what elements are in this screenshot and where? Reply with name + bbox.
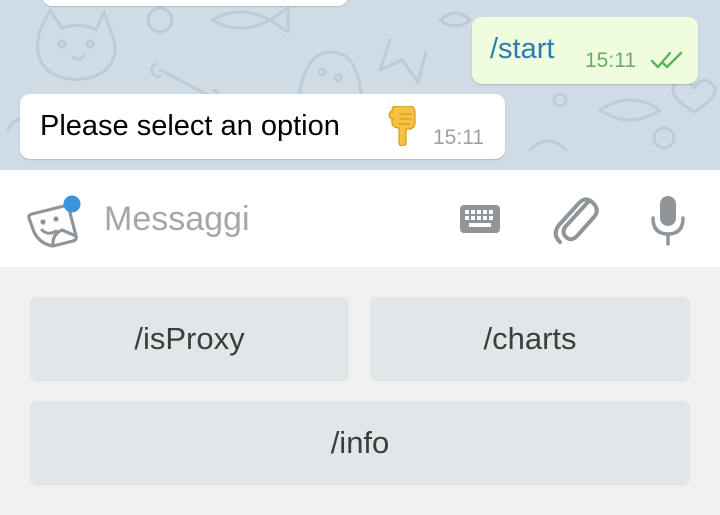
sticker-icon[interactable]	[26, 192, 82, 248]
charts-command-button[interactable]: /charts	[370, 297, 690, 380]
info-command-button[interactable]: /info	[30, 401, 690, 484]
message-input-bar	[0, 170, 720, 267]
keyboard-icon[interactable]	[458, 202, 502, 236]
microphone-icon[interactable]	[648, 192, 688, 248]
incoming-message-text: Please select an option	[40, 110, 340, 142]
isproxy-command-button[interactable]: /isProxy	[30, 297, 349, 380]
incoming-message-bubble[interactable]: Please select an option 15:11	[20, 94, 505, 159]
outgoing-message-time: 15:11	[585, 49, 636, 72]
message-input[interactable]	[104, 194, 434, 244]
previous-message-bubble	[42, 0, 348, 6]
outgoing-message-bubble[interactable]: /start 15:11	[472, 17, 698, 84]
double-check-icon	[650, 51, 683, 69]
outgoing-message-text[interactable]: /start	[490, 33, 554, 66]
bot-reply-keyboard: /isProxy /charts /info	[0, 267, 720, 515]
notification-dot	[63, 195, 81, 213]
chat-area: /start 15:11 Please select an option 15:…	[0, 0, 720, 170]
incoming-message-time: 15:11	[433, 126, 484, 149]
pointing-down-hand-icon	[388, 106, 416, 146]
paperclip-icon[interactable]	[550, 192, 600, 248]
